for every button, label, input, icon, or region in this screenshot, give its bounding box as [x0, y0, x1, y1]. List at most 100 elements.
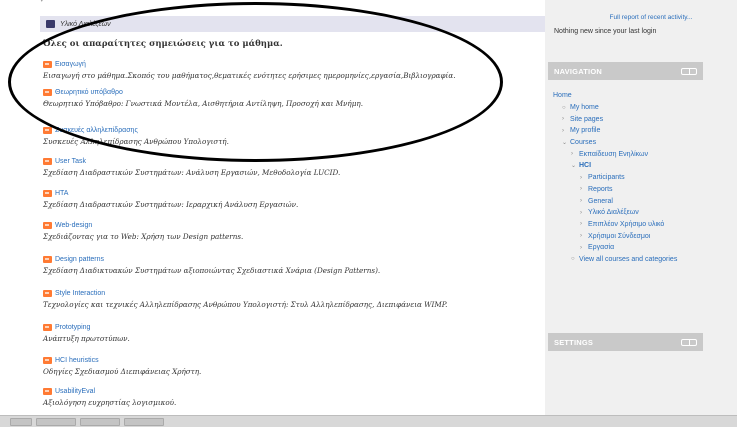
nav-bullet-icon: › [562, 127, 564, 134]
activity-description: Σχεδίαση Διαδραστικών Συστημάτων: Ανάλυσ… [43, 168, 341, 177]
activity-link[interactable]: HCI heuristics [55, 357, 99, 364]
settings-title: SETTINGS [554, 337, 594, 347]
nav-item-label[interactable]: Courses [570, 139, 596, 146]
nav-item[interactable]: › Εκπαίδευση Ενηλίκων [553, 148, 713, 160]
nav-item-label[interactable]: Home [553, 92, 572, 99]
activity-link[interactable]: Εισαγωγή [55, 61, 86, 68]
resource-file-icon [43, 60, 52, 68]
resource-file-icon [43, 189, 52, 197]
nav-item-label[interactable]: Reports [588, 186, 613, 193]
activity-item: Prototyping Ανάπτυξη πρωτοτύπων. [43, 322, 533, 343]
dock-icon[interactable] [681, 67, 697, 75]
taskbar-button[interactable] [36, 418, 76, 426]
nav-bullet-icon: › [571, 151, 573, 158]
resource-file-icon [43, 323, 52, 331]
nav-item-label[interactable]: Participants [588, 174, 625, 181]
taskbar-button[interactable] [10, 418, 32, 426]
nav-item[interactable]: › Επιπλέον Χρήσιμο υλικό [553, 219, 713, 231]
activity-item: HTA Σχεδίαση Διαδραστικών Συστημάτων: Ιερ… [43, 188, 533, 209]
nav-item-label[interactable]: My home [570, 104, 599, 111]
full-report-link[interactable]: Full report of recent activity... [571, 14, 731, 21]
activity-item: Εισαγωγή Εισαγωγή στο μάθημα.Σκοπός του μ… [43, 59, 533, 80]
nav-item-label[interactable]: My profile [570, 127, 600, 134]
nav-bullet-icon: › [580, 174, 582, 181]
nav-bullet-icon: ○ [562, 104, 566, 111]
nav-item[interactable]: Home [553, 90, 713, 102]
nav-item[interactable]: ○ My home [553, 102, 713, 114]
nav-bullet-icon: › [580, 221, 582, 228]
activity-description: Θεωρητικό Υπόβαθρο: Γνωστικά Μοντέλα, Αι… [43, 99, 363, 108]
activity-link[interactable]: User Task [55, 158, 86, 165]
activity-item: HCI heuristics Οδηγίες Σχεδιασμού Διεπιφά… [43, 355, 533, 376]
resource-file-icon [43, 387, 52, 395]
activity-head: Εισαγωγή [43, 59, 533, 69]
nav-item-label[interactable]: Εργασία [588, 244, 614, 251]
activity-description: Τεχνολογίες και τεχνικές Αλληλεπίδρασης … [43, 300, 448, 309]
resource-file-icon [43, 126, 52, 134]
nav-item[interactable]: › Υλικό Διαλέξεων [553, 207, 713, 219]
nav-bullet-icon: › [580, 186, 582, 193]
activity-head: HTA [43, 188, 533, 198]
activity-head: UsabilityEval [43, 386, 533, 396]
nav-item-label[interactable]: Υλικό Διαλέξεων [588, 209, 639, 216]
activity-item: Συσκευές αλληλεπίδρασης Συσκευές Αλληλεπί… [43, 125, 533, 146]
nav-item-label[interactable]: Εκπαίδευση Ενηλίκων [579, 151, 648, 158]
activity-link[interactable]: UsabilityEval [55, 388, 95, 395]
navigation-title: NAVIGATION [554, 66, 602, 76]
navigation-tree: Home ○ My home › Site pages › My profile ⌄ Cours… [553, 90, 713, 265]
resource-file-icon [43, 289, 52, 297]
arrow-icon: ▾ [40, 0, 44, 4]
nav-item[interactable]: › My profile [553, 125, 713, 137]
activity-link[interactable]: Prototyping [55, 324, 90, 331]
activity-item: Style Interaction Τεχνολογίες και τεχνικέ… [43, 288, 533, 309]
nav-item[interactable]: › Participants [553, 172, 713, 184]
activity-description: Εισαγωγή στο μάθημα.Σκοπός του μαθήματος… [43, 71, 456, 80]
activity-link[interactable]: HTA [55, 190, 68, 197]
nav-item-label[interactable]: Επιπλέον Χρήσιμο υλικό [588, 221, 664, 228]
nav-item-label[interactable]: Site pages [570, 116, 603, 123]
nav-item[interactable]: ⌄ Courses [553, 137, 713, 149]
resource-file-icon [43, 88, 52, 96]
activity-link[interactable]: Web-design [55, 222, 92, 229]
dock-icon[interactable] [681, 338, 697, 346]
activity-link[interactable]: Θεωρητικό υπόβαθρο [55, 89, 123, 96]
taskbar-button[interactable] [80, 418, 120, 426]
activity-head: Design patterns [43, 254, 533, 264]
activity-head: Θεωρητικό υπόβαθρο [43, 87, 533, 97]
nav-bullet-icon: ○ [571, 256, 575, 263]
activity-head: Web-design [43, 220, 533, 230]
nav-item[interactable]: › General [553, 195, 713, 207]
nav-item-label[interactable]: HCI [579, 162, 591, 169]
nav-item-label[interactable]: General [588, 198, 613, 205]
nav-bullet-icon: › [562, 116, 564, 123]
activity-description: Ανάπτυξη πρωτοτύπων. [43, 334, 130, 343]
activity-description: Συσκευές Αλληλεπίδρασης Ανθρώπου Υπολογι… [43, 137, 229, 146]
nav-item[interactable]: › Χρήσιμοι Σύνδεσμοι [553, 230, 713, 242]
nav-item-label[interactable]: View all courses and categories [579, 256, 677, 263]
activity-head: HCI heuristics [43, 355, 533, 365]
nav-item[interactable]: ⌄ HCI [553, 160, 713, 172]
activity-description: Σχεδίαση Διαδικτυακών Συστημάτων αξιοποι… [43, 266, 381, 275]
section-header[interactable]: Υλικό Διαλέξεων [40, 16, 545, 32]
nav-item[interactable]: › Εργασία [553, 242, 713, 254]
activity-item: Θεωρητικό υπόβαθρο Θεωρητικό Υπόβαθρο: Γν… [43, 87, 533, 108]
resource-file-icon [43, 221, 52, 229]
activity-link[interactable]: Συσκευές αλληλεπίδρασης [55, 127, 138, 134]
section-summary: Όλες οι απαραίτητες σημειώσεις για το μά… [43, 39, 283, 49]
taskbar [0, 415, 737, 427]
nav-item[interactable]: › Reports [553, 184, 713, 196]
activity-description: Σχεδίαση Διαδραστικών Συστημάτων: Ιεραρχ… [43, 200, 299, 209]
nav-bullet-icon: ⌄ [571, 163, 577, 170]
nav-item[interactable]: ○ View all courses and categories [553, 254, 713, 266]
previous-item-strip: ▾ [40, 0, 200, 5]
activity-link[interactable]: Design patterns [55, 256, 104, 263]
nav-bullet-icon: ⌄ [562, 140, 568, 147]
activity-link[interactable]: Style Interaction [55, 290, 105, 297]
folder-icon [46, 20, 55, 28]
course-content: ▾ Υλικό Διαλέξεων Όλες οι απαραίτητες ση… [0, 0, 545, 415]
nav-item-label[interactable]: Χρήσιμοι Σύνδεσμοι [588, 233, 650, 240]
activity-description: Οδηγίες Σχεδιασμού Διεπιφάνειας Χρήστη. [43, 367, 202, 376]
taskbar-button[interactable] [124, 418, 164, 426]
nav-item[interactable]: › Site pages [553, 113, 713, 125]
recent-activity-status: Nothing new since your last login [554, 28, 657, 35]
